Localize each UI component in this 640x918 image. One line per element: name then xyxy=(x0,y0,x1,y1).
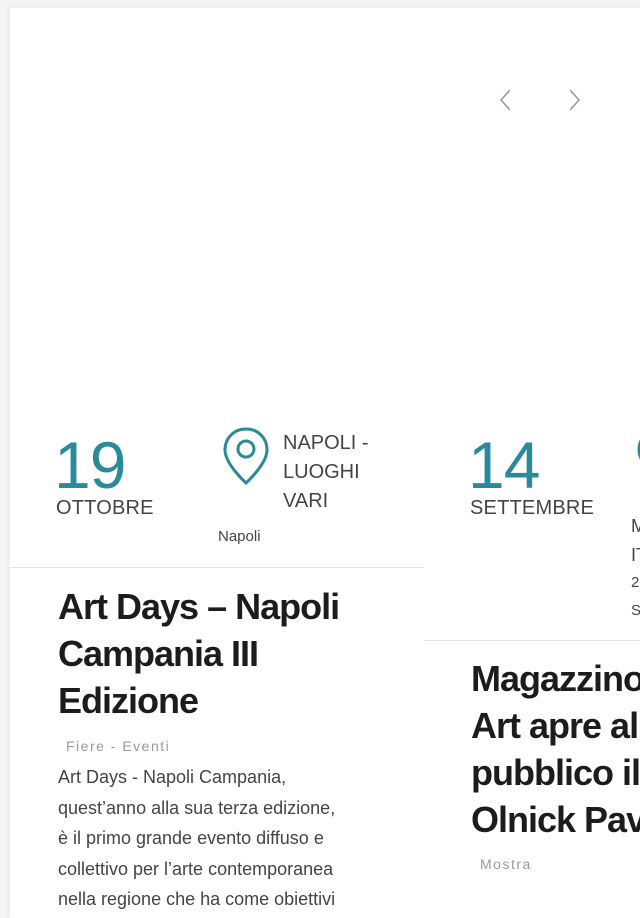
event-day: 14 xyxy=(468,428,540,502)
event-title[interactable]: Magazzino Art apre al pubblico il Olnick… xyxy=(471,655,640,843)
chevron-left-icon xyxy=(499,89,511,111)
event-description: Art Days - Napoli Campania, quest’anno a… xyxy=(58,767,336,909)
event-day: 19 xyxy=(54,428,126,502)
event-address: 2 S xyxy=(631,574,640,619)
event-location: NAPOLI - LUOGHI VARI xyxy=(283,432,369,512)
event-category[interactable]: Mostra xyxy=(480,856,532,872)
chevron-right-icon xyxy=(569,89,581,111)
carousel-prev-button[interactable] xyxy=(492,86,520,114)
carousel-next-button[interactable] xyxy=(560,86,588,114)
events-carousel: 19 OTTOBRE NAPOLI - LUOGHI VARI Napoli A… xyxy=(10,8,640,918)
event-category[interactable]: Fiere - Eventi xyxy=(66,738,170,754)
event-title[interactable]: Art Days – Napoli Campania III Edizione xyxy=(58,583,340,724)
event-location: M IT xyxy=(631,516,640,565)
divider xyxy=(10,567,424,568)
divider xyxy=(424,640,640,641)
event-month: OTTOBRE xyxy=(56,497,154,519)
location-pin-icon xyxy=(223,427,269,486)
event-month: SETTEMBRE xyxy=(470,497,595,519)
event-card[interactable]: 14 SETTEMBRE M IT 2 S Magazzino Art apre… xyxy=(424,400,640,918)
event-city: Napoli xyxy=(218,528,261,545)
location-pin-icon xyxy=(637,439,640,460)
event-card[interactable]: 19 OTTOBRE NAPOLI - LUOGHI VARI Napoli A… xyxy=(10,400,424,918)
